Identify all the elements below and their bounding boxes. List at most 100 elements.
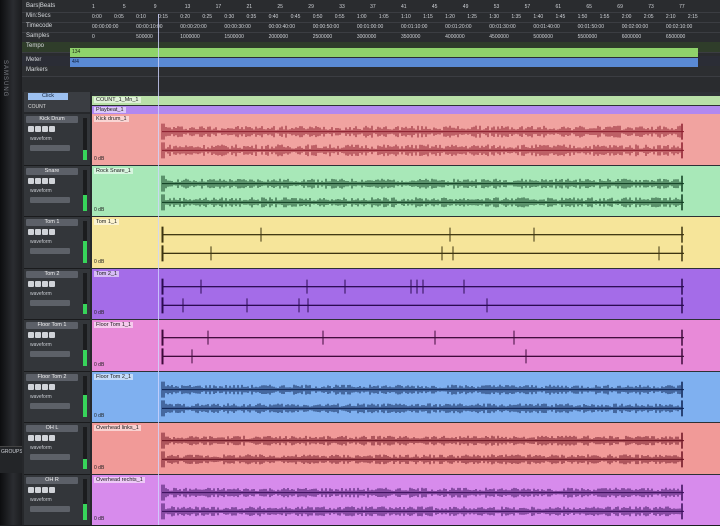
click-track-strip[interactable]: Click [24,92,90,102]
record-button[interactable] [28,384,34,390]
track-view-mode[interactable]: waveform [30,291,52,297]
mute-button[interactable] [49,332,55,338]
ruler-tick: 1:25 [467,14,477,20]
io-selector[interactable] [30,351,70,357]
mute-button[interactable] [49,435,55,441]
io-selector[interactable] [30,506,70,512]
track-view-mode[interactable]: waveform [30,342,52,348]
ruler-tick: 00:00:40:00 [269,24,295,30]
ruler-tick: 45 [432,4,438,10]
solo-button[interactable] [42,229,48,235]
record-button[interactable] [28,281,34,287]
track-view-mode[interactable]: waveform [30,497,52,503]
track-lane[interactable]: Floor Tom 2_10 dB [92,372,720,423]
waveform [92,217,720,268]
io-selector[interactable] [30,403,70,409]
input-monitor-button[interactable] [35,332,41,338]
track-lane[interactable]: Kick drum_10 dB [92,114,720,165]
track-strip[interactable]: OH R waveform [24,475,90,526]
solo-button[interactable] [42,178,48,184]
track-lane[interactable]: Floor Tom 1_10 dB [92,320,720,371]
track-strip[interactable]: Snare waveform [24,166,90,218]
input-monitor-button[interactable] [35,178,41,184]
track-name[interactable]: Kick Drum [26,116,78,123]
record-button[interactable] [28,487,34,493]
ruler-tick: 00:02:00:00 [622,24,648,30]
input-monitor-button[interactable] [35,229,41,235]
record-button[interactable] [28,229,34,235]
track-name[interactable]: Tom 2 [26,271,78,278]
record-button[interactable] [28,126,34,132]
io-selector[interactable] [30,145,70,151]
ruler-tick: 1:50 [578,14,588,20]
io-selector[interactable] [30,300,70,306]
count-track-strip[interactable]: COUNT [24,102,90,112]
track-lane[interactable]: Rock Snare_10 dB [92,166,720,217]
ruler-markers[interactable]: Markers [22,66,720,77]
input-monitor-button[interactable] [35,435,41,441]
level-meter [83,118,87,160]
track-name[interactable]: Tom 1 [26,219,78,226]
ruler-tick: 00:02:10:00 [666,24,692,30]
mute-button[interactable] [49,126,55,132]
track-lane[interactable]: Tom 1_10 dB [92,217,720,268]
track-buttons [28,384,78,391]
ruler-tick: 0 [92,34,95,40]
track-buttons [28,229,78,236]
track-name[interactable]: OH L [26,425,78,432]
solo-button[interactable] [42,384,48,390]
track-view-mode[interactable]: waveform [30,394,52,400]
solo-button[interactable] [42,487,48,493]
track-lane[interactable]: Overhead links_10 dB [92,423,720,474]
ruler-tick: 2:10 [666,14,676,20]
track-strip[interactable]: Tom 1 waveform [24,217,90,269]
tempo-ruler-bar[interactable] [70,48,698,57]
waveform [92,269,720,320]
input-monitor-button[interactable] [35,487,41,493]
track-strip[interactable]: OH L waveform [24,423,90,475]
track-strip[interactable]: Floor Tom 2 waveform [24,372,90,424]
ruler-tick: 13 [185,4,191,10]
record-button[interactable] [28,435,34,441]
edit-window-playlist[interactable]: COUNT_1_Mn_1Playbeat_1Kick drum_10 dBRoc… [92,92,720,525]
solo-button[interactable] [42,281,48,287]
track-view-mode[interactable]: waveform [30,188,52,194]
io-selector[interactable] [30,454,70,460]
groups-panel[interactable]: GROUPS [0,446,22,473]
io-selector[interactable] [30,197,70,203]
input-monitor-button[interactable] [35,384,41,390]
mute-button[interactable] [49,178,55,184]
track-name[interactable]: Floor Tom 2 [26,374,78,381]
ruler-label: Markers [26,67,86,73]
mute-button[interactable] [49,229,55,235]
mute-button[interactable] [49,281,55,287]
input-monitor-button[interactable] [35,126,41,132]
solo-button[interactable] [42,435,48,441]
mute-button[interactable] [49,384,55,390]
track-view-mode[interactable]: waveform [30,445,52,451]
input-monitor-button[interactable] [35,281,41,287]
ruler-tick: 53 [494,4,500,10]
solo-button[interactable] [42,126,48,132]
record-button[interactable] [28,178,34,184]
top-lane[interactable]: COUNT_1_Mn_1 [92,96,720,105]
meter-ruler-bar[interactable] [70,58,698,67]
track-strip[interactable]: Floor Tom 1 waveform [24,320,90,372]
track-view-mode[interactable]: waveform [30,136,52,142]
ruler-tick: 69 [617,4,623,10]
track-strip[interactable]: Kick Drum waveform [24,114,90,166]
track-strip[interactable]: Tom 2 waveform [24,269,90,321]
record-button[interactable] [28,332,34,338]
track-view-mode[interactable]: waveform [30,239,52,245]
track-name[interactable]: Snare [26,168,78,175]
mute-button[interactable] [49,487,55,493]
solo-button[interactable] [42,332,48,338]
track-name[interactable]: OH R [26,477,78,484]
click-track-label[interactable]: Click [28,93,68,100]
ruler-tick: 4500000 [489,34,508,40]
track-name[interactable]: Floor Tom 1 [26,322,78,329]
track-controls-column: Click COUNT Kick Drum waveform Snare wavefo… [22,92,92,525]
ruler-tick: 6000000 [622,34,641,40]
io-selector[interactable] [30,248,70,254]
track-lane[interactable]: Tom 2_10 dB [92,269,720,320]
